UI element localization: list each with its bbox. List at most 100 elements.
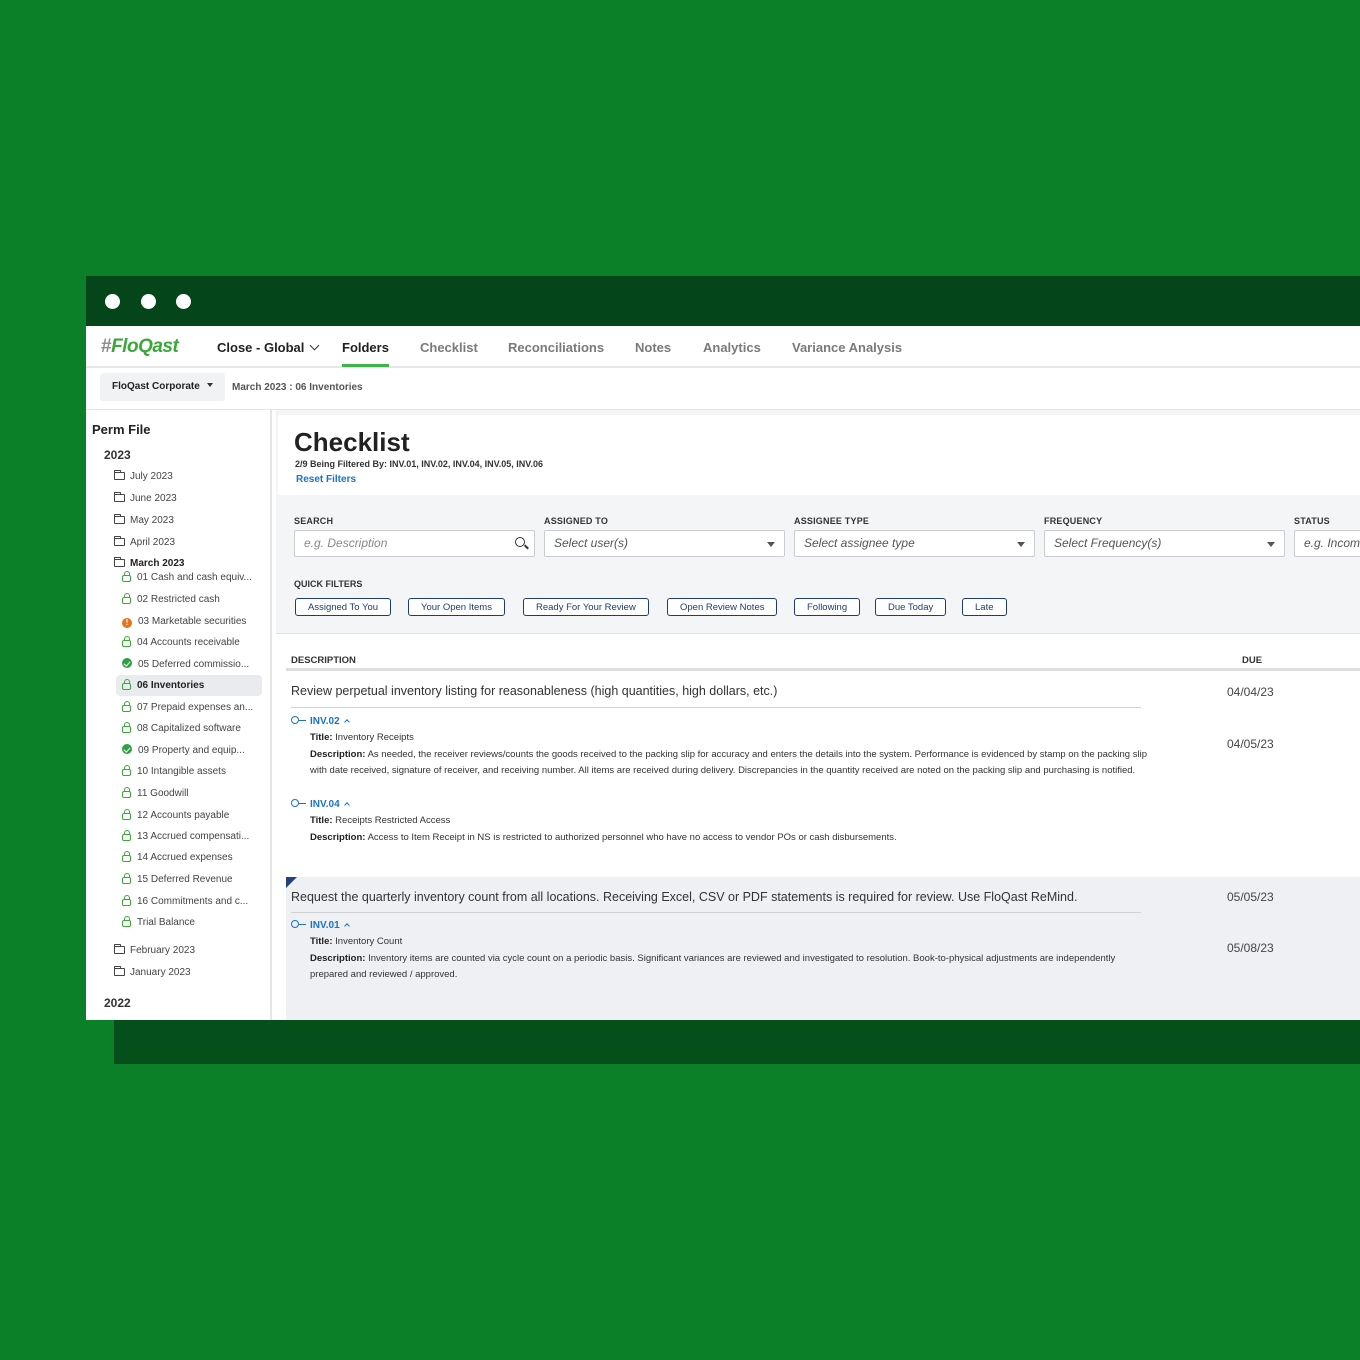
app-window: #FloQast Close - Global Folders Checklis…: [86, 276, 1360, 1020]
sidebar-item-11[interactable]: 11 Goodwill: [116, 783, 262, 804]
tab-notes[interactable]: Notes: [635, 340, 671, 355]
row-divider: [291, 707, 1141, 708]
window-close-dot[interactable]: [105, 294, 120, 309]
tab-checklist[interactable]: Checklist: [420, 340, 478, 355]
search-field[interactable]: [294, 530, 535, 557]
assigned-to-label: ASSIGNED TO: [544, 516, 609, 526]
window-maximize-dot[interactable]: [176, 294, 191, 309]
control-description: Description: As needed, the receiver rev…: [310, 748, 1147, 777]
folder-icon: [113, 470, 125, 480]
lock-icon: [122, 787, 131, 798]
folder-february-2023[interactable]: February 2023: [113, 943, 195, 959]
sidebar-item-03[interactable]: ! 03 Marketable securities: [116, 611, 262, 632]
chevron-up-icon: [343, 923, 350, 929]
key-icon: [291, 920, 306, 928]
sidebar-item-01[interactable]: 01 Cash and cash equiv...: [116, 567, 262, 588]
search-input[interactable]: [304, 536, 504, 550]
checklist-row-description[interactable]: Review perpetual inventory listing for r…: [291, 684, 777, 698]
sidebar-item-08[interactable]: 08 Capitalized software: [116, 718, 262, 739]
folder-june-2023[interactable]: June 2023: [113, 491, 177, 507]
header-divider: [286, 668, 1360, 671]
lock-icon: [122, 701, 131, 712]
sidebar-item-05[interactable]: 05 Deferred commissio...: [116, 654, 262, 675]
control-link-inv02[interactable]: INV.02: [291, 716, 350, 727]
tab-reconciliations[interactable]: Reconciliations: [508, 340, 604, 355]
sidebar-item-trial-balance[interactable]: Trial Balance: [116, 912, 262, 933]
workspace-dropdown[interactable]: Close - Global: [217, 340, 320, 355]
assignee-type-select[interactable]: Select assignee type: [794, 530, 1035, 557]
quick-filter-assigned-to-you[interactable]: Assigned To You: [295, 598, 392, 616]
floqast-logo[interactable]: #FloQast: [101, 336, 179, 358]
folder-sidebar: Perm File 2023 July 2023 June 2023 May 2…: [86, 410, 272, 1020]
folder-icon: [113, 514, 125, 524]
control-title: Title: Receipts Restricted Access: [310, 815, 451, 826]
window-minimize-dot[interactable]: [141, 294, 156, 309]
lock-icon: [122, 571, 131, 582]
tab-folders[interactable]: Folders: [342, 340, 389, 355]
column-header-due: DUE: [1242, 655, 1263, 666]
sidebar-item-12[interactable]: 12 Accounts payable: [116, 805, 262, 826]
due-date: 05/08/23: [1227, 941, 1274, 955]
quick-filter-ready-for-review[interactable]: Ready For Your Review: [523, 598, 649, 616]
control-link-inv04[interactable]: INV.04: [291, 799, 350, 810]
sidebar-item-02[interactable]: 02 Restricted cash: [116, 589, 262, 610]
tab-analytics[interactable]: Analytics: [703, 340, 761, 355]
assigned-to-select[interactable]: Select user(s): [544, 530, 785, 557]
sidebar-item-09[interactable]: 09 Property and equip...: [116, 740, 262, 761]
quick-filter-following[interactable]: Following: [794, 598, 861, 616]
control-title: Title: Inventory Receipts: [310, 732, 414, 743]
sidebar-item-06[interactable]: 06 Inventories: [116, 675, 262, 696]
key-icon: [291, 799, 306, 807]
quick-filter-your-open-items[interactable]: Your Open Items: [408, 598, 505, 616]
lock-icon: [122, 830, 131, 841]
sidebar-item-07[interactable]: 07 Prepaid expenses an...: [116, 697, 262, 718]
page-title: Checklist: [294, 427, 410, 457]
folder-may-2023[interactable]: May 2023: [113, 513, 174, 529]
sidebar-item-16[interactable]: 16 Commitments and c...: [116, 891, 262, 912]
filter-summary: 2/9 Being Filtered By: INV.01, INV.02, I…: [295, 459, 543, 469]
sidebar-item-13[interactable]: 13 Accrued compensati...: [116, 826, 262, 847]
frequency-label: FREQUENCY: [1044, 516, 1103, 526]
chevron-up-icon: [343, 802, 350, 808]
lock-icon: [122, 679, 131, 690]
entity-selector[interactable]: FloQast Corporate: [100, 373, 225, 401]
control-link-inv01[interactable]: INV.01: [291, 920, 350, 931]
quick-filter-open-review-notes[interactable]: Open Review Notes: [667, 598, 778, 616]
reset-filters-link[interactable]: Reset Filters: [296, 474, 356, 485]
lock-icon: [122, 809, 131, 820]
lock-icon: [122, 593, 131, 604]
search-label: SEARCH: [294, 516, 334, 526]
folder-icon: [113, 944, 125, 954]
due-date: 05/05/23: [1227, 890, 1274, 904]
checklist-row-description[interactable]: Request the quarterly inventory count fr…: [291, 890, 1077, 904]
caret-down-icon: [767, 542, 775, 547]
year-2023[interactable]: 2023: [104, 448, 131, 462]
assignee-type-label: ASSIGNEE TYPE: [794, 516, 870, 526]
tab-variance-analysis[interactable]: Variance Analysis: [792, 340, 902, 355]
folder-icon: [113, 492, 125, 502]
quick-filter-late[interactable]: Late: [962, 598, 1007, 616]
status-select[interactable]: e.g. Incom: [1294, 530, 1360, 557]
quick-filter-due-today[interactable]: Due Today: [875, 598, 947, 616]
control-details: Title: Inventory Receipts Description: A…: [310, 730, 1150, 780]
control-title: Title: Inventory Count: [310, 936, 403, 947]
sidebar-item-04[interactable]: 04 Accounts receivable: [116, 632, 262, 653]
sidebar-item-14[interactable]: 14 Accrued expenses: [116, 847, 262, 868]
sidebar-item-10[interactable]: 10 Intangible assets: [116, 761, 262, 782]
checklist-table: DESCRIPTION DUE Review perpetual invento…: [276, 633, 1360, 1020]
folder-january-2023[interactable]: January 2023: [113, 965, 191, 981]
window-titlebar: [86, 276, 1360, 326]
lock-icon: [122, 722, 131, 733]
control-description: Description: Inventory items are counted…: [310, 952, 1116, 981]
caret-down-icon: [206, 383, 213, 387]
control-details: Title: Receipts Restricted Access Descri…: [310, 813, 1150, 846]
frequency-select[interactable]: Select Frequency(s): [1044, 530, 1285, 557]
year-2022[interactable]: 2022: [104, 996, 131, 1010]
folder-april-2023[interactable]: April 2023: [113, 535, 175, 551]
lock-icon: [122, 873, 131, 884]
check-circle-icon: [122, 744, 132, 754]
sidebar-item-15[interactable]: 15 Deferred Revenue: [116, 869, 262, 890]
folder-july-2023[interactable]: July 2023: [113, 469, 173, 485]
checklist-main: Checklist 2/9 Being Filtered By: INV.01,…: [276, 410, 1360, 1020]
search-icon[interactable]: [515, 537, 525, 547]
